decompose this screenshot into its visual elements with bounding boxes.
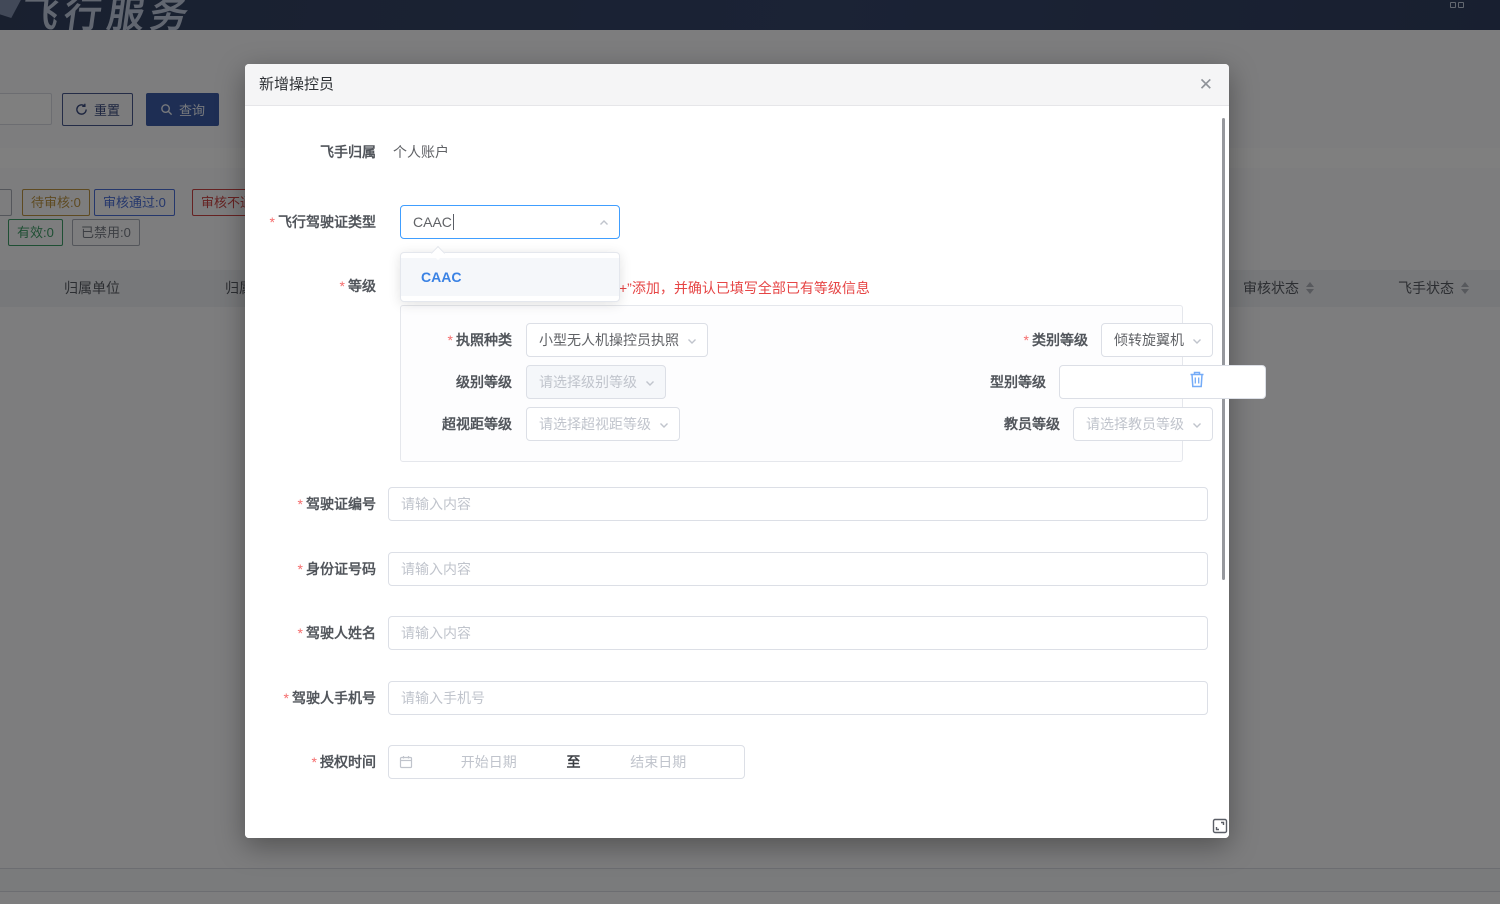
end-date-placeholder[interactable]: 结束日期 bbox=[583, 752, 735, 772]
license-kind-label-text: 执照种类 bbox=[456, 332, 512, 348]
model-level-input[interactable] bbox=[1059, 365, 1266, 399]
required-mark: * bbox=[1024, 332, 1029, 348]
chevron-down-icon bbox=[1191, 418, 1203, 434]
id-no-input[interactable] bbox=[388, 552, 1208, 586]
category-level-value: 倾转旋翼机 bbox=[1114, 330, 1184, 350]
level-box-row-3: 超视距等级 请选择超视距等级 教员等级 请选择教员等级 bbox=[401, 407, 1182, 441]
close-icon[interactable]: ✕ bbox=[1199, 64, 1213, 106]
pilot-name-label-text: 驾驶人姓名 bbox=[306, 625, 376, 641]
field-row-id-no: *身份证号码 bbox=[245, 552, 1208, 586]
required-mark: * bbox=[284, 690, 289, 706]
category-level-label: *类别等级 bbox=[977, 330, 1088, 350]
delete-level-button[interactable] bbox=[1188, 370, 1206, 389]
category-level-label-text: 类别等级 bbox=[1032, 332, 1088, 348]
id-no-label-text: 身份证号码 bbox=[306, 561, 376, 577]
level-warning-text: +”添加，并确认已填写全部已有等级信息 bbox=[619, 278, 870, 298]
auth-time-label-text: 授权时间 bbox=[320, 754, 376, 770]
date-separator: 至 bbox=[565, 752, 583, 772]
pilot-owner-label: 飞手归属 bbox=[245, 142, 388, 162]
field-row-license-no: *驾驶证编号 bbox=[245, 487, 1208, 521]
license-type-dropdown: CAAC bbox=[400, 252, 620, 302]
chevron-up-icon bbox=[598, 216, 610, 232]
auth-time-label: *授权时间 bbox=[245, 752, 388, 772]
dropdown-option-caac[interactable]: CAAC bbox=[401, 258, 619, 296]
field-row-pilot-phone: *驾驶人手机号 bbox=[245, 681, 1208, 715]
required-mark: * bbox=[312, 754, 317, 770]
class-level-select[interactable]: 请选择级别等级 bbox=[526, 365, 666, 399]
license-type-label-text: 飞行驾驶证类型 bbox=[278, 214, 376, 230]
dialog-title: 新增操控员 bbox=[259, 64, 334, 106]
license-kind-value: 小型无人机操控员执照 bbox=[539, 330, 679, 350]
chevron-down-icon bbox=[686, 334, 698, 350]
license-kind-label: *执照种类 bbox=[401, 330, 512, 350]
level-box-row-2: 级别等级 请选择级别等级 型别等级 bbox=[401, 365, 1182, 399]
pilot-phone-input[interactable] bbox=[388, 681, 1208, 715]
trash-icon bbox=[1188, 370, 1206, 389]
required-mark: * bbox=[340, 278, 345, 294]
license-no-label: *驾驶证编号 bbox=[245, 494, 388, 514]
instructor-level-placeholder: 请选择教员等级 bbox=[1086, 414, 1184, 434]
chevron-down-icon bbox=[658, 418, 670, 434]
class-level-placeholder: 请选择级别等级 bbox=[539, 372, 637, 392]
level-group-box: *执照种类 小型无人机操控员执照 *类别等级 倾转旋翼机 级别等级 请选择级别等… bbox=[400, 305, 1183, 462]
pilot-name-input[interactable] bbox=[388, 616, 1208, 650]
license-type-select[interactable]: CAAC bbox=[400, 205, 620, 239]
license-no-label-text: 驾驶证编号 bbox=[306, 496, 376, 512]
level-label: *等级 bbox=[245, 276, 388, 296]
required-mark: * bbox=[298, 496, 303, 512]
field-row-license-type: *飞行驾驶证类型 bbox=[245, 205, 1208, 239]
required-mark: * bbox=[298, 561, 303, 577]
scrollbar-thumb[interactable] bbox=[1222, 118, 1225, 580]
model-level-label: 型别等级 bbox=[935, 372, 1046, 392]
license-no-input[interactable] bbox=[388, 487, 1208, 521]
chevron-down-icon bbox=[1191, 334, 1203, 350]
fullscreen-toggle-button[interactable] bbox=[1212, 818, 1228, 834]
license-type-label: *飞行驾驶证类型 bbox=[245, 212, 388, 232]
dialog-header: 新增操控员 ✕ bbox=[245, 64, 1229, 106]
add-operator-dialog: 新增操控员 ✕ 飞手归属 个人账户 *飞行驾驶证类型 CAAC *等级 bbox=[245, 64, 1229, 838]
pilot-phone-label-text: 驾驶人手机号 bbox=[292, 690, 376, 706]
text-cursor bbox=[453, 214, 454, 230]
pilot-name-label: *驾驶人姓名 bbox=[245, 623, 388, 643]
auth-time-daterange[interactable]: 开始日期 至 结束日期 bbox=[388, 745, 745, 779]
bvlos-level-label: 超视距等级 bbox=[401, 414, 512, 434]
field-row-pilot-owner: 飞手归属 个人账户 bbox=[245, 140, 1208, 164]
pilot-phone-label: *驾驶人手机号 bbox=[245, 688, 388, 708]
required-mark: * bbox=[270, 214, 275, 230]
field-row-auth-time: *授权时间 开始日期 至 结束日期 bbox=[245, 745, 1208, 779]
dialog-body: 飞手归属 个人账户 *飞行驾驶证类型 CAAC *等级 +”添加，并确认已填写全… bbox=[245, 106, 1229, 838]
page-root: 飞行服务 重置 查询 待审核:0 审核通过:0 审核不通过:0 有效:0 已禁用… bbox=[0, 0, 1500, 904]
id-no-label: *身份证号码 bbox=[245, 559, 388, 579]
license-type-value: CAAC bbox=[413, 214, 452, 230]
pilot-owner-value: 个人账户 bbox=[393, 142, 449, 162]
instructor-level-select[interactable]: 请选择教员等级 bbox=[1073, 407, 1213, 441]
bvlos-level-placeholder: 请选择超视距等级 bbox=[539, 414, 651, 434]
category-level-select[interactable]: 倾转旋翼机 bbox=[1101, 323, 1213, 357]
required-mark: * bbox=[448, 332, 453, 348]
level-label-text: 等级 bbox=[348, 278, 376, 294]
start-date-placeholder[interactable]: 开始日期 bbox=[413, 752, 565, 772]
license-kind-select[interactable]: 小型无人机操控员执照 bbox=[526, 323, 708, 357]
level-box-row-1: *执照种类 小型无人机操控员执照 *类别等级 倾转旋翼机 bbox=[401, 323, 1182, 357]
bvlos-level-select[interactable]: 请选择超视距等级 bbox=[526, 407, 680, 441]
required-mark: * bbox=[298, 625, 303, 641]
class-level-label: 级别等级 bbox=[401, 372, 512, 392]
field-row-pilot-name: *驾驶人姓名 bbox=[245, 616, 1208, 650]
instructor-level-label: 教员等级 bbox=[949, 414, 1060, 434]
expand-icon bbox=[1212, 818, 1228, 834]
calendar-icon bbox=[399, 755, 413, 769]
chevron-down-icon bbox=[644, 376, 656, 392]
